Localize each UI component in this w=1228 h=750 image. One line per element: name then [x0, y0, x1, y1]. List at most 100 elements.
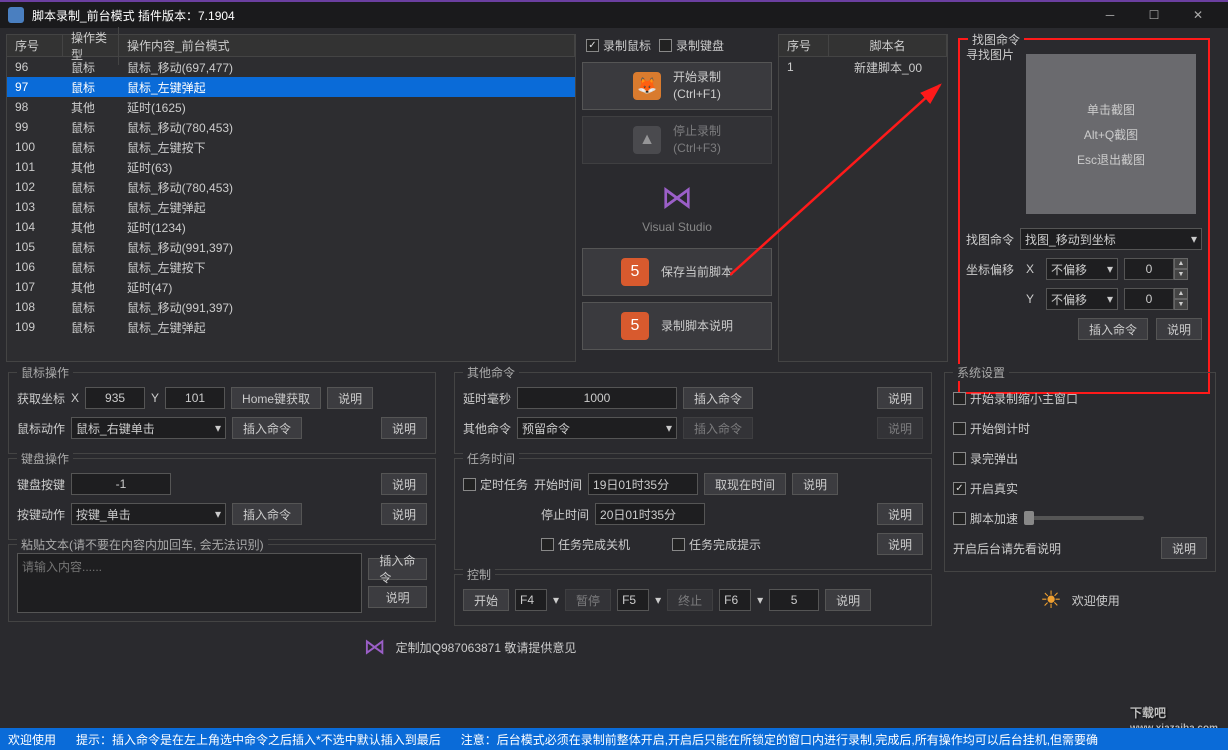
other-cmd-select[interactable]: 预留命令: [517, 417, 677, 439]
keyboard-panel: 键盘操作 键盘按键 说明 按键动作 按键_单击 插入命令 说明: [8, 458, 436, 540]
table-row[interactable]: 102鼠标鼠标_移动(780,453): [7, 177, 575, 197]
table-row[interactable]: 107其他延时(47): [7, 277, 575, 297]
key-input[interactable]: [71, 473, 171, 495]
y-offset-select[interactable]: 不偏移: [1046, 288, 1118, 310]
table-row[interactable]: 108鼠标鼠标_移动(991,397): [7, 297, 575, 317]
key-action-select[interactable]: 按键_单击: [71, 503, 226, 525]
ctrl-start-button[interactable]: 开始: [463, 589, 509, 611]
other-insert-button2[interactable]: 插入命令: [683, 417, 753, 439]
vs-icon-small: ⋈: [364, 634, 386, 660]
qq-contact: 定制加Q987063871 敬请提供意见: [396, 639, 577, 656]
stop-time-input[interactable]: [595, 503, 705, 525]
find-image-panel: 找图命令 寻找图片 单击截图 Alt+Q截图 Esc退出截图 找图命令 找图_移…: [958, 38, 1210, 394]
mouse-y-input[interactable]: [165, 387, 225, 409]
mouse-help-button2[interactable]: 说明: [381, 417, 427, 439]
paste-insert-button[interactable]: 插入命令: [368, 558, 427, 580]
system-settings-panel: 系统设置 开始录制缩小主窗口 开始倒计时 录完弹出 开启真实 脚本加速 开启后台…: [944, 372, 1216, 572]
table-row[interactable]: 105鼠标鼠标_移动(991,397): [7, 237, 575, 257]
key-help-button[interactable]: 说明: [381, 473, 427, 495]
count-input[interactable]: [769, 589, 819, 611]
script-list[interactable]: 序号 脚本名 1新建脚本_00: [778, 34, 948, 362]
start-record-button[interactable]: 🦊 开始录制(Ctrl+F1): [582, 62, 772, 110]
other-help-button[interactable]: 说明: [877, 387, 923, 409]
start-hotkey-input[interactable]: [515, 589, 547, 611]
script-help-button[interactable]: 5 录制脚本说明: [582, 302, 772, 350]
status-bar: 欢迎使用 提示：插入命令是在左上角选中命令之后插入*不选中默认插入到最后 注意：…: [0, 728, 1228, 750]
table-row[interactable]: 109鼠标鼠标_左键弹起: [7, 317, 575, 337]
mouse-help-button[interactable]: 说明: [327, 387, 373, 409]
table-row[interactable]: 100鼠标鼠标_左键按下: [7, 137, 575, 157]
table-row[interactable]: 99鼠标鼠标_移动(780,453): [7, 117, 575, 137]
accel-slider[interactable]: [1024, 516, 1144, 520]
accel-checkbox[interactable]: 脚本加速: [953, 510, 1018, 527]
table-row[interactable]: 97鼠标鼠标_左键弹起: [7, 77, 575, 97]
script-row[interactable]: 1新建脚本_00: [779, 57, 947, 77]
window-title: 脚本录制_前台模式 插件版本：7.1904: [32, 7, 1088, 24]
script-header-seq[interactable]: 序号: [779, 35, 829, 56]
record-keyboard-checkbox[interactable]: 录制键盘: [659, 37, 724, 54]
sys-help-button[interactable]: 说明: [1161, 537, 1207, 559]
delay-input[interactable]: [517, 387, 677, 409]
timed-task-checkbox[interactable]: 定时任务: [463, 476, 528, 493]
mouse-action-select[interactable]: 鼠标_右键单击: [71, 417, 226, 439]
task-help-button3[interactable]: 说明: [877, 533, 923, 555]
paste-textarea[interactable]: [17, 553, 362, 613]
screenshot-box[interactable]: 单击截图 Alt+Q截图 Esc退出截图: [1026, 54, 1196, 214]
notify-checkbox[interactable]: 任务完成提示: [672, 536, 761, 553]
grid-header-content[interactable]: 操作内容_前台模式: [119, 35, 575, 56]
start-time-input[interactable]: [588, 473, 698, 495]
minimize-button[interactable]: ─: [1088, 1, 1132, 29]
stop-record-button[interactable]: ▲ 停止录制(Ctrl+F3): [582, 116, 772, 164]
ctrl-stop-button[interactable]: 终止: [667, 589, 713, 611]
ctrl-pause-button[interactable]: 暂停: [565, 589, 611, 611]
key-insert-button[interactable]: 插入命令: [232, 503, 302, 525]
maximize-button[interactable]: ☐: [1132, 1, 1176, 29]
grid-header-seq[interactable]: 序号: [7, 35, 63, 56]
find-image-insert-button[interactable]: 插入命令: [1078, 318, 1148, 340]
mouse-x-input[interactable]: [85, 387, 145, 409]
task-help-button2[interactable]: 说明: [877, 503, 923, 525]
minimize-checkbox[interactable]: 开始录制缩小主窗口: [953, 390, 1078, 407]
table-row[interactable]: 101其他延时(63): [7, 157, 575, 177]
table-row[interactable]: 104其他延时(1234): [7, 217, 575, 237]
table-row[interactable]: 106鼠标鼠标_左键按下: [7, 257, 575, 277]
stop-icon: ▲: [633, 126, 661, 154]
shutdown-checkbox[interactable]: 任务完成关机: [541, 536, 630, 553]
countdown-checkbox[interactable]: 开始倒计时: [953, 420, 1030, 437]
ctrl-help-button[interactable]: 说明: [825, 589, 871, 611]
table-row[interactable]: 103鼠标鼠标_左键弹起: [7, 197, 575, 217]
script-header-name[interactable]: 脚本名: [829, 35, 947, 56]
key-help-button2[interactable]: 说明: [381, 503, 427, 525]
mouse-panel: 鼠标操作 获取坐标 X Y Home键获取 说明 鼠标动作 鼠标_右键单击 插入…: [8, 372, 436, 454]
y-offset-spinner[interactable]: ▲▼: [1124, 288, 1188, 310]
find-image-help-button[interactable]: 说明: [1156, 318, 1202, 340]
task-help-button[interactable]: 说明: [792, 473, 838, 495]
table-row[interactable]: 96鼠标鼠标_移动(697,477): [7, 57, 575, 77]
get-now-button[interactable]: 取现在时间: [704, 473, 786, 495]
find-image-command-select[interactable]: 找图_移动到坐标: [1020, 228, 1202, 250]
close-button[interactable]: ✕: [1176, 1, 1220, 29]
real-checkbox[interactable]: 开启真实: [953, 480, 1018, 497]
app-icon: [8, 7, 24, 23]
stop-hotkey-input[interactable]: [719, 589, 751, 611]
paste-panel: 粘贴文本(请不要在内容内加回车, 会无法识别) 插入命令 说明: [8, 544, 436, 622]
other-insert-button[interactable]: 插入命令: [683, 387, 753, 409]
task-panel: 任务时间 定时任务 开始时间 取现在时间 说明 停止时间 说明 任务完成关机 任…: [454, 458, 932, 570]
action-grid[interactable]: 序号 操作类型 操作内容_前台模式 96鼠标鼠标_移动(697,477)97鼠标…: [6, 34, 576, 362]
paste-help-button[interactable]: 说明: [368, 586, 427, 608]
home-get-button[interactable]: Home键获取: [231, 387, 321, 409]
control-panel: 控制 开始 ▾ 暂停 ▾ 终止 ▾ 说明: [454, 574, 932, 626]
popup-checkbox[interactable]: 录完弹出: [953, 450, 1018, 467]
record-mouse-checkbox[interactable]: 录制鼠标: [586, 37, 651, 54]
visual-studio-icon: ⋈: [582, 178, 772, 216]
other-help-button2[interactable]: 说明: [877, 417, 923, 439]
x-offset-spinner[interactable]: ▲▼: [1124, 258, 1188, 280]
table-row[interactable]: 98其他延时(1625): [7, 97, 575, 117]
x-offset-select[interactable]: 不偏移: [1046, 258, 1118, 280]
other-panel: 其他命令 延时毫秒 插入命令 说明 其他命令 预留命令 插入命令 说明: [454, 372, 932, 454]
pause-hotkey-input[interactable]: [617, 589, 649, 611]
save-script-button[interactable]: 5 保存当前脚本: [582, 248, 772, 296]
mouse-insert-button[interactable]: 插入命令: [232, 417, 302, 439]
visual-studio-label: Visual Studio: [582, 220, 772, 234]
html5-icon: 5: [621, 258, 649, 286]
